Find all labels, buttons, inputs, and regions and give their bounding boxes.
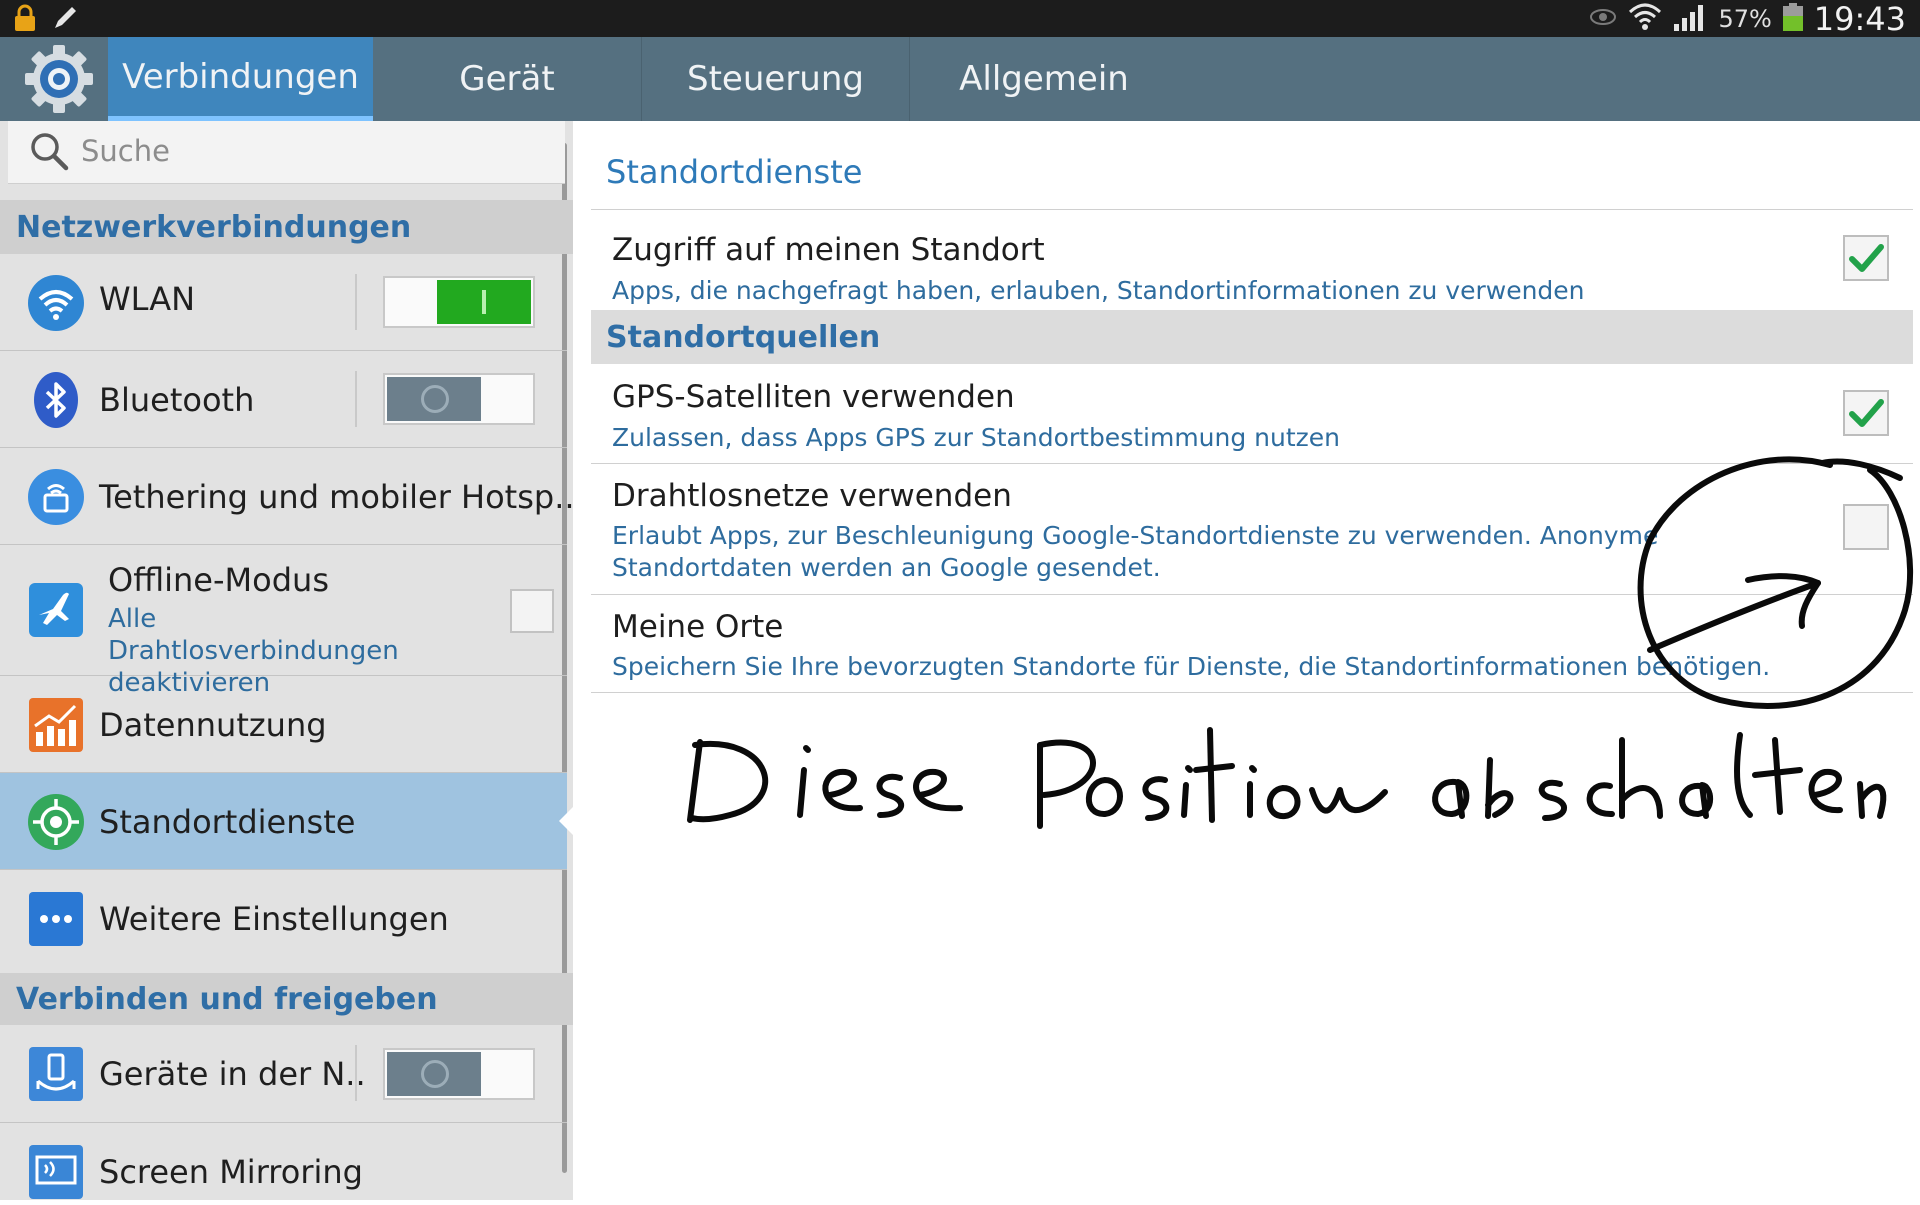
list-item-label: Tethering und mobiler Hotsp.. [99, 478, 575, 516]
list-item-screen-mirroring[interactable]: Screen Mirroring [0, 1123, 567, 1200]
more-icon [27, 890, 85, 948]
location-icon [27, 793, 85, 851]
check-icon [1849, 399, 1884, 427]
setting-subtitle: Erlaubt Apps, zur Beschleunigung Google-… [612, 521, 1659, 582]
page-title: Standortdienste [606, 153, 863, 191]
divider [355, 371, 357, 427]
list-item-bluetooth[interactable]: Bluetooth [0, 351, 567, 448]
list-item-label: Bluetooth [99, 381, 255, 419]
lock-icon [10, 3, 40, 37]
list-item-more-settings[interactable]: Weitere Einstellungen [0, 870, 567, 967]
list-item-label: Screen Mirroring [99, 1153, 363, 1191]
list-item-label: Standortdienste [99, 803, 356, 841]
settings-gear-icon[interactable] [18, 43, 100, 115]
eye-icon [1588, 5, 1618, 33]
list-item-label: Datennutzung [99, 706, 327, 744]
setting-location-access[interactable]: Zugriff auf meinen Standort Apps, die na… [573, 210, 1920, 310]
bluetooth-toggle[interactable] [383, 373, 535, 425]
wifi-icon [27, 274, 85, 332]
wireless-networks-checkbox[interactable] [1843, 504, 1889, 550]
list-item-label: Geräte in der N.. [99, 1055, 366, 1093]
tab-allgemein[interactable]: Allgemein [910, 37, 1178, 121]
setting-wireless-networks[interactable]: Drahtlosnetze verwenden Erlaubt Apps, zu… [573, 464, 1920, 594]
setting-gps[interactable]: GPS-Satelliten verwenden Zulassen, dass … [573, 364, 1920, 463]
setting-subtitle: Speichern Sie Ihre bevorzugten Standorte… [612, 652, 1771, 681]
tab-verbindungen[interactable]: Verbindungen [108, 37, 373, 121]
search-placeholder: Suche [81, 134, 170, 168]
divider [355, 274, 357, 330]
wlan-toggle[interactable] [383, 276, 535, 328]
selection-arrow [559, 807, 573, 835]
airplane-icon [27, 581, 85, 639]
search-input[interactable]: Suche [8, 121, 565, 184]
data-usage-icon [27, 696, 85, 754]
list-item-location-services[interactable]: Standortdienste [0, 773, 573, 870]
bluetooth-icon [27, 371, 85, 429]
setting-title: Meine Orte [612, 609, 784, 645]
pencil-icon [50, 3, 80, 37]
list-item-label: WLAN [99, 280, 196, 318]
nearby-devices-icon [27, 1045, 85, 1103]
search-icon [28, 130, 70, 176]
tab-steuerung[interactable]: Steuerung [642, 37, 910, 121]
settings-list-pane: Suche Netzwerkverbindungen WLAN Bluetoot… [0, 121, 575, 1200]
setting-subtitle: Apps, die nachgefragt haben, erlauben, S… [612, 276, 1585, 305]
tethering-icon [27, 468, 85, 526]
list-item-nearby-devices[interactable]: Geräte in der N.. [0, 1025, 567, 1123]
setting-title: Zugriff auf meinen Standort [612, 232, 1045, 268]
offline-mode-checkbox[interactable] [510, 589, 554, 633]
list-item-tethering[interactable]: Tethering und mobiler Hotsp.. [0, 448, 575, 545]
section-verbinden-und-freigeben: Verbinden und freigeben [0, 973, 573, 1025]
setting-subtitle: Zulassen, dass Apps GPS zur Standortbest… [612, 423, 1341, 452]
setting-title: Drahtlosnetze verwenden [612, 478, 1012, 514]
battery-percent: 57% [1718, 4, 1772, 33]
check-icon [1849, 244, 1884, 272]
setting-my-places[interactable]: Meine Orte Speichern Sie Ihre bevorzugte… [573, 595, 1920, 693]
status-bar: 57% 19:43 [0, 0, 1920, 38]
list-item-offline-mode[interactable]: Offline-Modus Alle Drahtlosverbindungen … [0, 545, 567, 698]
setting-title: GPS-Satelliten verwenden [612, 379, 1015, 415]
wifi-icon [1628, 2, 1662, 36]
tab-geraet[interactable]: Gerät [373, 37, 642, 121]
divider [591, 692, 1913, 693]
list-item-wlan[interactable]: WLAN [0, 254, 567, 351]
list-item-label: Offline-Modus [108, 561, 329, 599]
nearby-devices-toggle[interactable] [383, 1048, 535, 1100]
list-item-label: Weitere Einstellungen [99, 900, 449, 938]
signal-icon [1672, 2, 1708, 36]
location-settings-pane: Standortdienste Zugriff auf meinen Stand… [573, 121, 1920, 1200]
screen-mirroring-icon [27, 1143, 85, 1201]
gps-checkbox[interactable] [1843, 390, 1889, 436]
section-standortquellen: Standortquellen [591, 310, 1913, 364]
section-netzwerkverbindungen: Netzwerkverbindungen [0, 200, 573, 254]
battery-icon [1782, 2, 1804, 36]
clock: 19:43 [1813, 0, 1906, 38]
list-item-data-usage[interactable]: Datennutzung [0, 676, 567, 773]
action-bar: Verbindungen Gerät Steuerung Allgemein [0, 37, 1920, 121]
location-access-checkbox[interactable] [1843, 235, 1889, 281]
divider [355, 1045, 357, 1101]
